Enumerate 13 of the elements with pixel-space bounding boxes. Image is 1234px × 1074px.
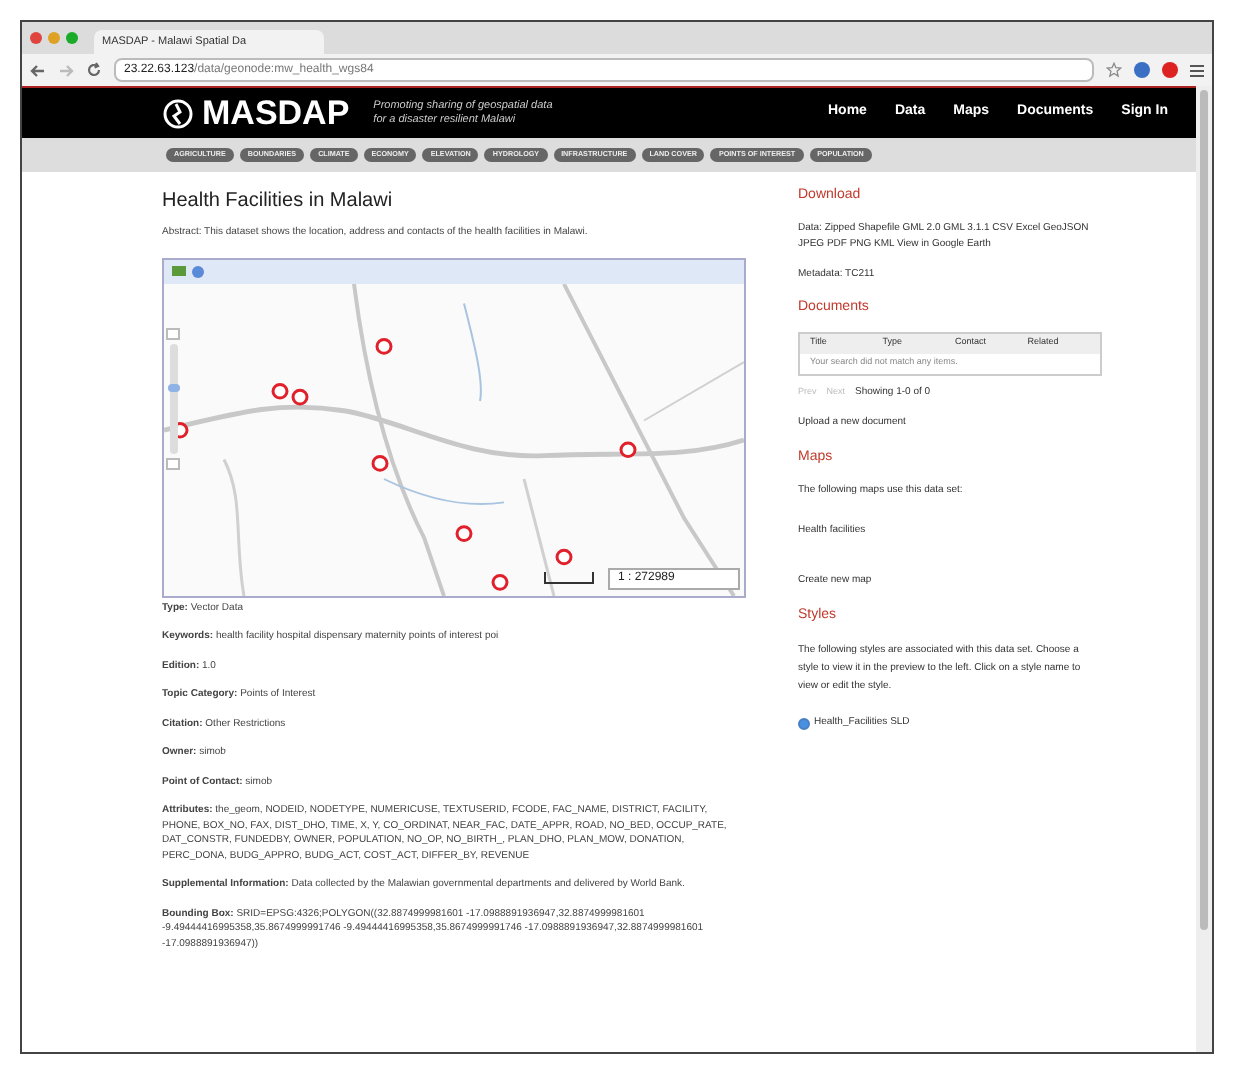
site-logo[interactable]: MASDAP	[202, 87, 350, 139]
scale-bar-icon	[544, 571, 594, 583]
logo-icon	[162, 97, 194, 129]
menu-icon[interactable]	[1190, 63, 1204, 77]
info-icon[interactable]	[192, 265, 204, 277]
scrollbar[interactable]	[1196, 86, 1212, 1052]
zoom-slider-thumb[interactable]	[168, 383, 180, 392]
star-icon[interactable]	[1106, 62, 1122, 78]
back-arrow-icon[interactable]	[30, 63, 46, 77]
style-radio[interactable]	[798, 717, 810, 730]
page-title: Health Facilities in Malawi	[162, 188, 395, 216]
forward-arrow-icon[interactable]	[58, 63, 74, 77]
reload-icon[interactable]	[86, 62, 102, 78]
